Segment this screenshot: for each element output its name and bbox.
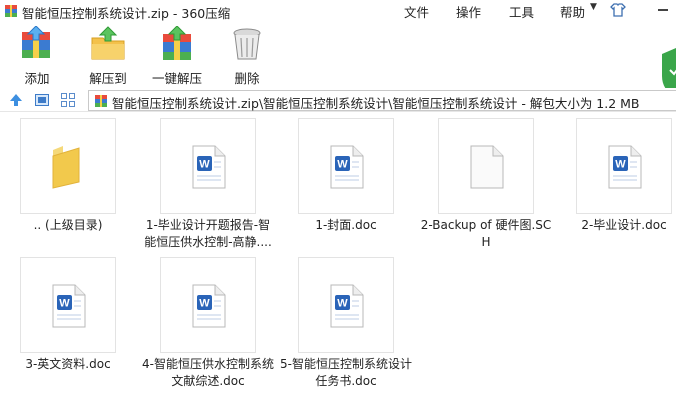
- word-document-icon: W: [330, 145, 364, 189]
- svg-text:W: W: [615, 159, 626, 171]
- list-item-parent-directory[interactable]: .. (上级目录): [0, 113, 130, 253]
- svg-text:W: W: [337, 159, 348, 171]
- list-view-icon[interactable]: [60, 92, 76, 108]
- list-item-file[interactable]: W 1-封面.doc: [278, 113, 408, 253]
- list-item-file[interactable]: W 4-智能恒压供水控制系统文献综述.doc: [140, 252, 274, 392]
- file-name: 5-智能恒压控制系统设计任务书.doc: [280, 357, 412, 388]
- file-name: .. (上级目录): [33, 218, 103, 232]
- add-button[interactable]: 添加: [14, 24, 60, 86]
- chevron-down-icon[interactable]: ▼: [590, 2, 597, 12]
- archive-app-icon: [5, 5, 17, 17]
- word-document-icon: W: [192, 284, 226, 328]
- list-item-file[interactable]: W 5-智能恒压控制系统设计任务书.doc: [278, 252, 412, 392]
- word-document-icon: W: [192, 145, 226, 189]
- file-name: 3-英文资料.doc: [25, 357, 111, 371]
- file-name: 4-智能恒压供水控制系统文献综述.doc: [142, 357, 274, 388]
- trash-bin-icon: [233, 28, 261, 60]
- menu-operation[interactable]: 操作: [456, 2, 481, 21]
- word-document-icon: W: [330, 284, 364, 328]
- large-icon-view-icon[interactable]: [34, 92, 50, 108]
- toolbar: 添加 解压到 一键解压 删除: [0, 22, 676, 98]
- word-document-icon: W: [52, 284, 86, 328]
- list-item-file[interactable]: W 2-毕业设计.doc: [556, 113, 676, 253]
- delete-button[interactable]: 删除: [226, 24, 268, 86]
- up-arrow-icon[interactable]: [8, 92, 24, 108]
- file-name: 1-封面.doc: [315, 218, 377, 232]
- file-thumbnail: W: [160, 257, 256, 353]
- list-item-file[interactable]: W 1-毕业设计开题报告-智能恒压供水控制-高静....: [140, 113, 272, 253]
- address-bar: 智能恒压控制系统设计.zip\智能恒压控制系统设计\智能恒压控制系统设计 - 解…: [0, 88, 676, 112]
- svg-text:W: W: [199, 298, 210, 310]
- menu-help[interactable]: 帮助: [560, 2, 585, 21]
- one-click-extract-button-label: 一键解压: [151, 71, 202, 86]
- list-item-file[interactable]: 2-Backup of 硬件图.SCH: [418, 113, 551, 253]
- file-list: .. (上级目录) W 1-毕业设计开题报告-智能恒压供水控制-高静.... W: [0, 113, 676, 402]
- folder-icon: [52, 146, 80, 189]
- blank-document-icon: [470, 145, 504, 189]
- extract-folder-icon: [91, 26, 125, 60]
- svg-text:W: W: [199, 159, 210, 171]
- one-click-extract-icon: [163, 26, 191, 60]
- minimize-button[interactable]: [650, 0, 676, 20]
- path-field[interactable]: 智能恒压控制系统设计.zip\智能恒压控制系统设计\智能恒压控制系统设计 - 解…: [88, 90, 676, 111]
- add-archive-icon: [22, 26, 50, 58]
- window-title: 智能恒压控制系统设计.zip - 360压缩: [22, 6, 231, 21]
- menu-file[interactable]: 文件: [404, 2, 429, 21]
- title-bar: 智能恒压控制系统设计.zip - 360压缩 文件 操作 工具 帮助 ▼: [0, 0, 676, 22]
- file-thumbnail: W: [576, 118, 672, 214]
- path-text: 智能恒压控制系统设计.zip\智能恒压控制系统设计\智能恒压控制系统设计 - 解…: [112, 96, 640, 111]
- extract-to-button-label: 解压到: [89, 71, 127, 86]
- file-thumbnail: [438, 118, 534, 214]
- word-document-icon: W: [608, 145, 642, 189]
- file-thumbnail: [20, 118, 116, 214]
- file-name: 2-Backup of 硬件图.SCH: [420, 218, 552, 249]
- one-click-extract-button[interactable]: 一键解压: [148, 24, 206, 86]
- file-thumbnail: W: [298, 118, 394, 214]
- file-name: 1-毕业设计开题报告-智能恒压供水控制-高静....: [144, 218, 272, 249]
- add-button-label: 添加: [24, 71, 50, 86]
- delete-button-label: 删除: [234, 71, 260, 86]
- svg-text:W: W: [337, 298, 348, 310]
- archive-icon: [95, 95, 107, 107]
- skin-shirt-icon[interactable]: [608, 0, 628, 20]
- file-thumbnail: W: [20, 257, 116, 353]
- extract-to-button[interactable]: 解压到: [84, 24, 132, 86]
- file-thumbnail: W: [160, 118, 256, 214]
- list-item-file[interactable]: W 3-英文资料.doc: [0, 252, 130, 392]
- file-name: 2-毕业设计.doc: [581, 218, 667, 232]
- file-thumbnail: W: [298, 257, 394, 353]
- svg-text:W: W: [59, 298, 70, 310]
- menu-tools[interactable]: 工具: [509, 2, 534, 21]
